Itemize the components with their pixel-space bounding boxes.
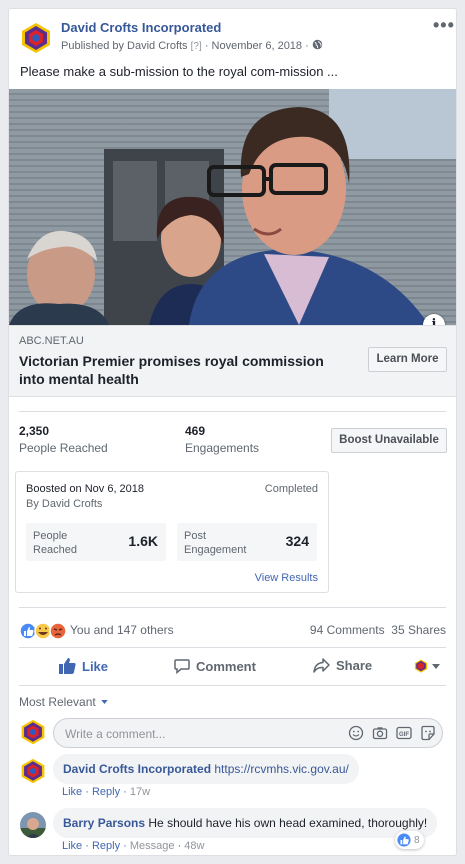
comment-bubble: Barry Parsons He should have his own hea… xyxy=(53,808,438,838)
comment-like-link[interactable]: Like xyxy=(62,840,82,852)
comment-author[interactable]: David Crofts Incorporated xyxy=(63,762,211,776)
comments-count[interactable]: 94 Comments xyxy=(310,623,385,637)
metric-value: 324 xyxy=(285,533,309,549)
comment-time[interactable]: 48w xyxy=(184,840,204,852)
post-date[interactable]: November 6, 2018 xyxy=(212,40,303,52)
link-domain: ABC.NET.AU xyxy=(19,335,84,347)
like-reaction-icon xyxy=(19,622,37,640)
thumbs-up-icon xyxy=(59,658,76,674)
metric-value: 1.6K xyxy=(128,533,158,549)
page-logo-small xyxy=(414,659,428,673)
reactions-summary[interactable]: You and 147 others xyxy=(70,623,174,637)
help-mark[interactable]: [?] xyxy=(191,41,202,52)
comment-tools: GIF xyxy=(348,725,436,741)
comment-actions: Like · Reply · Message · 48w xyxy=(62,840,205,852)
comment-message-link[interactable]: Message xyxy=(130,840,175,852)
comments-shares: 94 Comments 35 Shares xyxy=(310,623,446,637)
people-reached-metric: People Reached 1.6K xyxy=(26,523,166,561)
meta-separator: · xyxy=(305,40,309,52)
people-reached-value: 2,350 xyxy=(19,424,50,438)
reaction-icons[interactable] xyxy=(19,621,69,641)
divider xyxy=(19,411,446,412)
page-logo[interactable] xyxy=(20,22,52,54)
sort-label: Most Relevant xyxy=(19,695,96,709)
comment-text: He should have his own head examined, th… xyxy=(148,816,428,830)
people-reached-label: People Reached xyxy=(19,441,108,455)
camera-icon[interactable] xyxy=(372,725,388,741)
comment-like-count[interactable]: 8 xyxy=(395,831,424,849)
press-conference-photo xyxy=(9,89,456,325)
link-preview-image[interactable] xyxy=(9,89,456,325)
metric-label: Post Engagement xyxy=(184,530,247,556)
post-engagement-metric: Post Engagement 324 xyxy=(177,523,317,561)
boosted-by: By David Crofts xyxy=(26,498,103,510)
comment-label: Comment xyxy=(196,658,256,674)
more-options-button[interactable]: ••• xyxy=(433,15,455,36)
gif-icon[interactable]: GIF xyxy=(396,725,412,741)
page-name-link[interactable]: David Crofts Incorporated xyxy=(61,20,221,35)
comment-button[interactable]: Comment xyxy=(174,658,256,674)
comment-placeholder: Write a comment... xyxy=(65,727,166,741)
like-label: Like xyxy=(82,658,109,674)
share-icon xyxy=(313,658,330,673)
post-as-selector[interactable] xyxy=(414,659,440,673)
comment-icon xyxy=(174,659,190,674)
meta-separator: · xyxy=(204,40,209,52)
comment-author[interactable]: Barry Parsons xyxy=(63,816,145,830)
avatar[interactable] xyxy=(20,719,46,745)
post-text: Please make a sub-mission to the royal c… xyxy=(20,64,338,79)
published-by[interactable]: Published by David Crofts xyxy=(61,40,188,52)
like-count-value: 8 xyxy=(414,834,420,846)
like-button[interactable]: Like xyxy=(59,658,108,674)
boosted-on: Boosted on Nov 6, 2018 xyxy=(26,483,145,495)
comment-reply-link[interactable]: Reply xyxy=(92,840,120,852)
link-preview[interactable]: ABC.NET.AU Victorian Premier promises ro… xyxy=(9,325,456,397)
post-meta: Published by David Crofts [?] · November… xyxy=(61,39,323,52)
sticker-icon[interactable] xyxy=(420,725,436,741)
comment-actions: Like · Reply · 17w xyxy=(62,786,151,798)
haha-reaction-icon xyxy=(34,622,52,640)
engagements-label: Engagements xyxy=(185,441,260,455)
angry-reaction-icon xyxy=(49,622,67,640)
comment-time[interactable]: 17w xyxy=(130,786,150,798)
divider xyxy=(19,607,446,608)
globe-icon[interactable] xyxy=(312,39,323,50)
comment-sort-dropdown[interactable]: Most Relevant xyxy=(19,695,108,709)
learn-more-button[interactable]: Learn More xyxy=(368,347,447,372)
link-title[interactable]: Victorian Premier promises royal commiss… xyxy=(19,352,349,388)
comment-bubble: David Crofts Incorporated https://rcvmhs… xyxy=(53,754,359,784)
boost-status: Completed xyxy=(264,483,318,495)
share-button[interactable]: Share xyxy=(313,658,372,673)
boost-unavailable-button[interactable]: Boost Unavailable xyxy=(331,428,447,453)
caret-down-icon xyxy=(101,700,108,704)
svg-text:GIF: GIF xyxy=(399,732,409,738)
view-results-link[interactable]: View Results xyxy=(255,572,318,584)
post-card: David Crofts Incorporated Published by D… xyxy=(8,8,457,856)
metric-label: People Reached xyxy=(33,530,78,556)
like-reaction-icon xyxy=(397,833,411,847)
avatar[interactable] xyxy=(20,758,46,784)
comment-input[interactable]: Write a comment... GIF xyxy=(53,718,443,748)
boost-summary: Boosted on Nov 6, 2018 By David Crofts C… xyxy=(15,471,329,593)
share-label: Share xyxy=(336,658,373,673)
emoji-icon[interactable] xyxy=(348,725,364,741)
divider xyxy=(19,647,446,648)
avatar[interactable] xyxy=(20,812,46,838)
caret-down-icon xyxy=(432,663,440,669)
comment-reply-link[interactable]: Reply xyxy=(92,786,120,798)
shares-count[interactable]: 35 Shares xyxy=(391,623,446,637)
engagements-value: 469 xyxy=(185,424,206,438)
divider xyxy=(19,685,446,686)
comment-like-link[interactable]: Like xyxy=(62,786,82,798)
comment-link[interactable]: https://rcvmhs.vic.gov.au/ xyxy=(214,762,349,776)
